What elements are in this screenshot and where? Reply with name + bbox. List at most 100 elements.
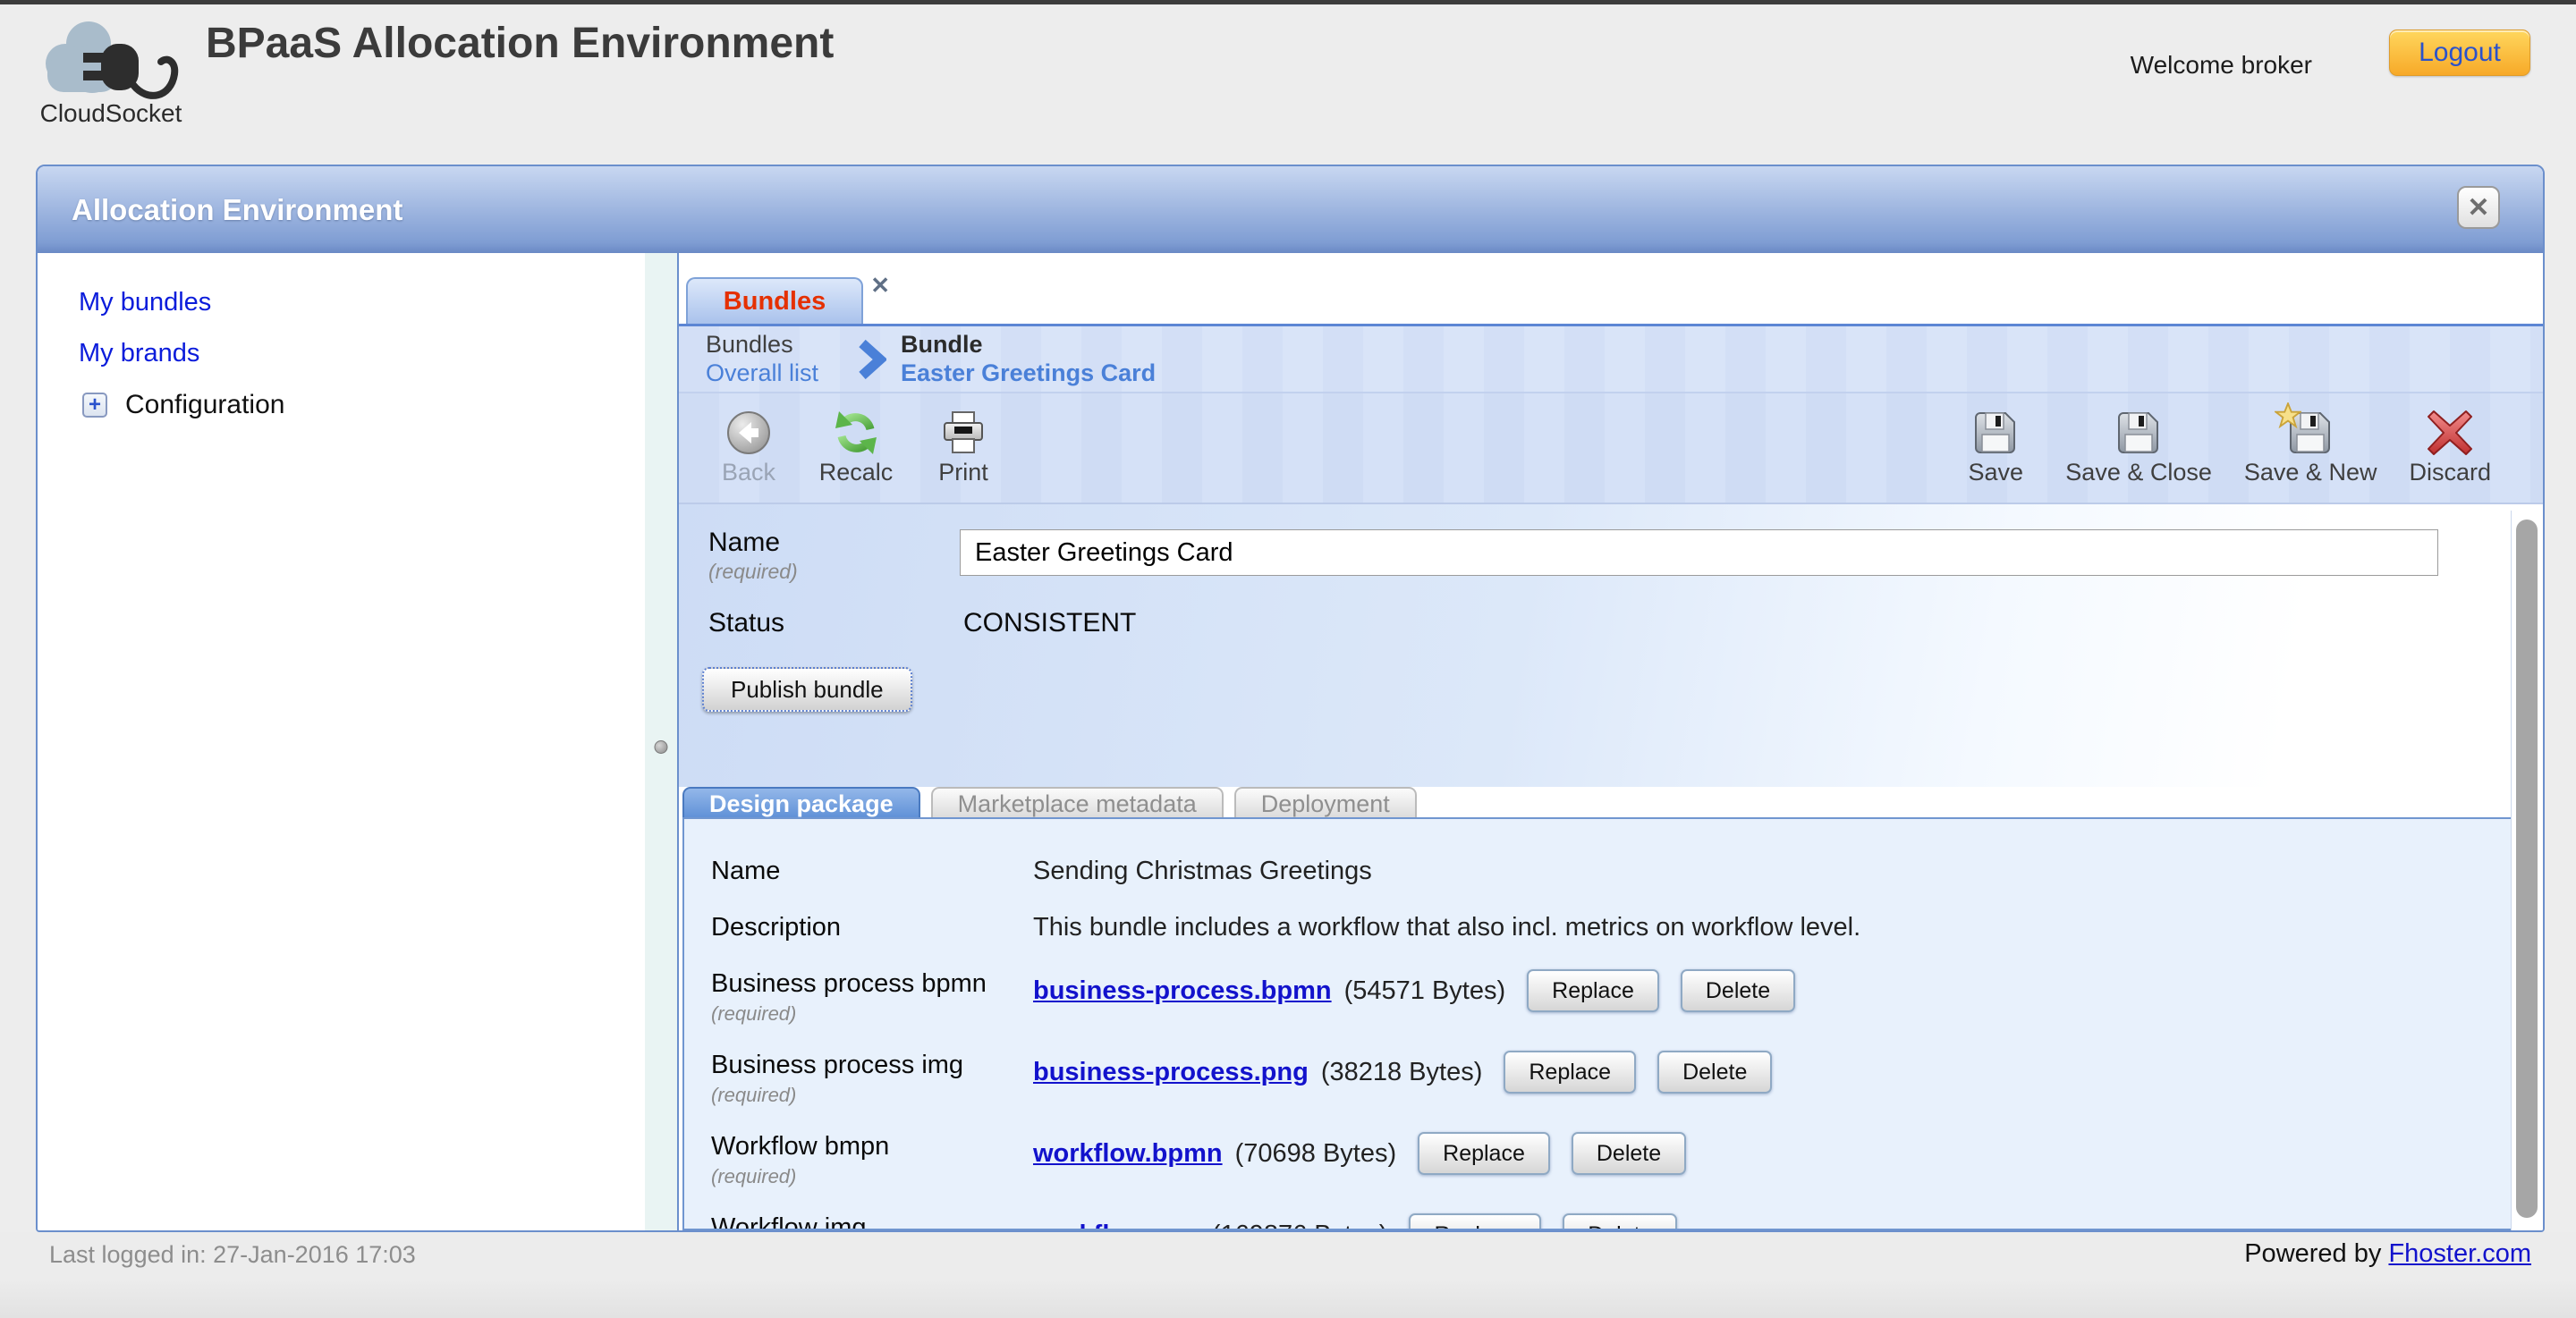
logo-text: CloudSocket bbox=[30, 99, 191, 128]
row-workflow-bmpn: Workflow bmpn (required) workflow.bpmn (… bbox=[711, 1132, 2512, 1188]
save-and-new-button[interactable]: Save & New bbox=[2244, 410, 2377, 486]
row-business-process-bpmn: Business process bpmn (required) busines… bbox=[711, 969, 2512, 1026]
row-description: Description This bundle includes a workf… bbox=[711, 913, 2512, 942]
tab-bundles-label: Bundles bbox=[724, 287, 826, 317]
field-value: Sending Christmas Greetings bbox=[1033, 857, 1372, 886]
page-title: BPaaS Allocation Environment bbox=[206, 19, 834, 68]
splitter-gutter bbox=[645, 253, 677, 1230]
allocation-environment-panel: Allocation Environment ✕ My bundles My b… bbox=[36, 165, 2545, 1232]
discard-label: Discard bbox=[2409, 459, 2491, 486]
discard-icon bbox=[2427, 410, 2473, 456]
replace-button[interactable]: Replace bbox=[1409, 1213, 1541, 1230]
field-required: (required) bbox=[711, 1002, 1033, 1026]
powered-by-text: Powered by bbox=[2244, 1239, 2381, 1268]
print-icon bbox=[940, 410, 987, 456]
breadcrumb: Bundles Overall list Bundle Easter Greet… bbox=[679, 326, 2543, 393]
panel-title: Allocation Environment bbox=[72, 193, 402, 227]
field-label: Business process img bbox=[711, 1051, 1033, 1080]
save-close-label: Save & Close bbox=[2065, 459, 2212, 486]
row-workflow-img: Workflow img workflow.png (169876 Bytes)… bbox=[711, 1213, 2512, 1230]
sidebar-item-my-brands[interactable]: My brands bbox=[79, 339, 645, 368]
delete-button[interactable]: Delete bbox=[1681, 969, 1795, 1012]
tab-deployment[interactable]: Deployment bbox=[1234, 787, 1417, 820]
scrollbar-thumb[interactable] bbox=[2516, 520, 2538, 1218]
recalc-label: Recalc bbox=[819, 459, 894, 486]
content-area: Bundles ✕ Bundles Overall list Bundle Ea… bbox=[677, 253, 2543, 1230]
vertical-scrollbar[interactable] bbox=[2511, 511, 2543, 1230]
status-label: Status bbox=[708, 608, 784, 638]
recalc-icon bbox=[833, 410, 879, 456]
splitter-handle[interactable] bbox=[655, 740, 668, 754]
field-required: (required) bbox=[711, 1165, 1033, 1188]
replace-button[interactable]: Replace bbox=[1504, 1051, 1636, 1094]
welcome-text: Welcome broker bbox=[2131, 51, 2312, 80]
last-login-text: Last logged in: 27-Jan-2016 17:03 bbox=[49, 1241, 416, 1269]
plus-glyph: + bbox=[89, 394, 101, 416]
star-icon bbox=[2275, 402, 2301, 429]
file-link[interactable]: workflow.bpmn bbox=[1033, 1139, 1223, 1169]
chevron-right-icon bbox=[858, 339, 886, 380]
back-label: Back bbox=[722, 459, 775, 486]
breadcrumb-parent-title: Bundles bbox=[706, 331, 818, 359]
sidebar: My bundles My brands + Configuration bbox=[38, 253, 645, 1230]
design-package-panel: Name Sending Christmas Greetings Descrip… bbox=[682, 817, 2513, 1230]
recalc-button[interactable]: Recalc bbox=[818, 410, 894, 486]
file-link[interactable]: business-process.bpmn bbox=[1033, 976, 1332, 1006]
file-link[interactable]: workflow.png bbox=[1033, 1221, 1199, 1231]
row-business-process-img: Business process img (required) business… bbox=[711, 1051, 2512, 1107]
file-size: (70698 Bytes) bbox=[1235, 1139, 1397, 1169]
app-footer: Last logged in: 27-Jan-2016 17:03 Powere… bbox=[0, 1232, 2576, 1318]
status-value: CONSISTENT bbox=[963, 608, 1136, 638]
page: CloudSocket BPaaS Allocation Environment… bbox=[0, 0, 2576, 1318]
tab-bundles[interactable]: Bundles ✕ bbox=[686, 277, 863, 324]
replace-button[interactable]: Replace bbox=[1527, 969, 1659, 1012]
bundle-form: Name (required) Status CONSISTENT Publis… bbox=[679, 504, 2543, 787]
sidebar-item-configuration[interactable]: + Configuration bbox=[82, 390, 645, 420]
publish-bundle-button[interactable]: Publish bundle bbox=[702, 667, 912, 712]
row-name: Name Sending Christmas Greetings bbox=[711, 857, 2512, 886]
save-and-close-button[interactable]: Save & Close bbox=[2065, 410, 2212, 486]
delete-button[interactable]: Delete bbox=[1563, 1213, 1677, 1230]
expand-plus-icon[interactable]: + bbox=[82, 393, 107, 418]
field-label: Name bbox=[711, 857, 1033, 886]
tab-marketplace-metadata[interactable]: Marketplace metadata bbox=[931, 787, 1224, 820]
field-label: Business process bpmn bbox=[711, 969, 1033, 999]
back-icon bbox=[725, 410, 772, 456]
tab-design-package[interactable]: Design package bbox=[682, 787, 920, 820]
tab-close-icon[interactable]: ✕ bbox=[870, 272, 890, 300]
panel-body: My bundles My brands + Configuration Bun… bbox=[38, 253, 2543, 1230]
powered-by: Powered by Fhoster.com bbox=[2244, 1239, 2531, 1269]
name-label: Name bbox=[708, 528, 798, 558]
field-required: (required) bbox=[711, 1084, 1033, 1107]
toolbar: Back Recalc bbox=[679, 393, 2543, 504]
tab-row: Bundles ✕ bbox=[679, 253, 2543, 326]
cloud-plug-icon bbox=[33, 15, 190, 106]
discard-button[interactable]: Discard bbox=[2409, 410, 2491, 486]
file-size: (38218 Bytes) bbox=[1321, 1058, 1483, 1087]
delete-button[interactable]: Delete bbox=[1572, 1132, 1686, 1175]
sidebar-item-label: Configuration bbox=[125, 390, 284, 420]
file-size: (54571 Bytes) bbox=[1344, 976, 1506, 1006]
breadcrumb-parent-link[interactable]: Overall list bbox=[706, 359, 818, 388]
cloudsocket-logo: CloudSocket bbox=[30, 15, 191, 128]
breadcrumb-current-name: Easter Greetings Card bbox=[901, 359, 1156, 388]
replace-button[interactable]: Replace bbox=[1418, 1132, 1550, 1175]
sidebar-item-my-bundles[interactable]: My bundles bbox=[79, 288, 645, 317]
fhoster-link[interactable]: Fhoster.com bbox=[2388, 1239, 2531, 1268]
app-header: CloudSocket BPaaS Allocation Environment… bbox=[0, 4, 2576, 165]
save-close-icon bbox=[2115, 410, 2162, 456]
field-label: Workflow img bbox=[711, 1213, 1033, 1230]
file-size: (169876 Bytes) bbox=[1212, 1221, 1388, 1231]
field-label: Workflow bmpn bbox=[711, 1132, 1033, 1162]
panel-header: Allocation Environment ✕ bbox=[38, 166, 2543, 253]
print-button[interactable]: Print bbox=[926, 410, 1001, 486]
delete-button[interactable]: Delete bbox=[1657, 1051, 1772, 1094]
file-link[interactable]: business-process.png bbox=[1033, 1058, 1309, 1087]
back-button[interactable]: Back bbox=[711, 410, 786, 486]
toolbar-left-group: Back Recalc bbox=[711, 410, 1001, 486]
logout-button[interactable]: Logout bbox=[2389, 30, 2530, 76]
panel-close-button[interactable]: ✕ bbox=[2457, 186, 2500, 229]
bundle-name-input[interactable] bbox=[960, 529, 2438, 576]
save-new-label: Save & New bbox=[2244, 459, 2377, 486]
save-button[interactable]: Save bbox=[1958, 410, 2033, 486]
